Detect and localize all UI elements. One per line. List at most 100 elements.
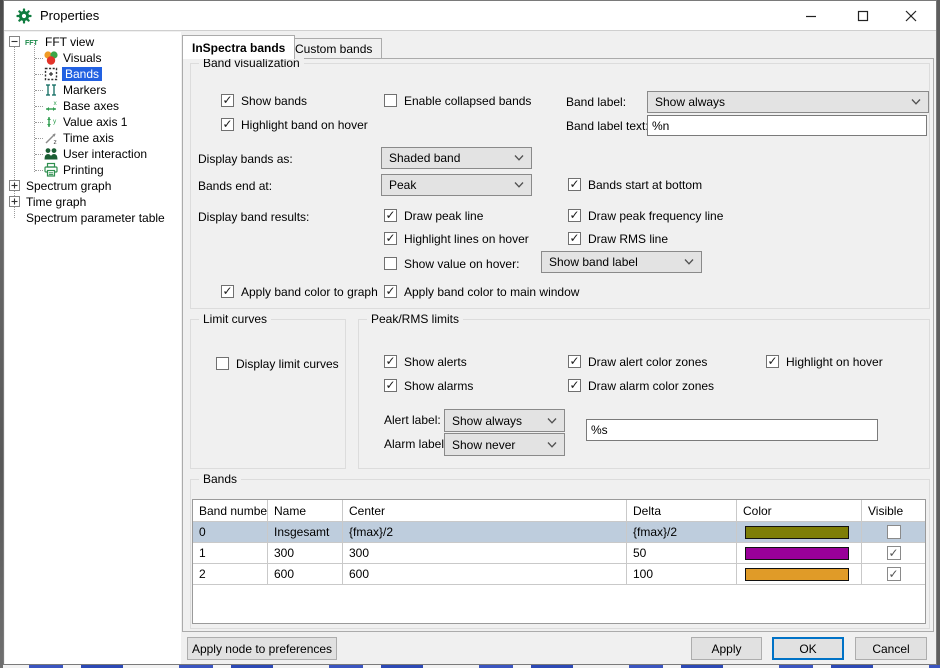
visible-checkbox[interactable]: ✓ [887, 546, 901, 560]
cancel-button[interactable]: Cancel [855, 637, 927, 660]
checkbox-highlight-lines-on-hover[interactable]: ✓ Highlight lines on hover [384, 231, 529, 246]
checkbox-draw-alarm-color-zones[interactable]: ✓ Draw alarm color zones [568, 378, 714, 393]
column-header[interactable]: Center [343, 500, 627, 522]
cell-visible[interactable] [862, 522, 925, 543]
tab-label: InSpectra bands [192, 41, 285, 55]
checkbox-draw-alert-color-zones[interactable]: ✓ Draw alert color zones [568, 354, 707, 369]
bands-icon [43, 66, 59, 82]
checkbox-apply-band-color-to-graph[interactable]: ✓ Apply band color to graph [221, 284, 378, 299]
combo-alert-label[interactable]: Show always [444, 409, 565, 432]
chevron-down-icon [514, 155, 524, 161]
cell-visible[interactable]: ✓ [862, 543, 925, 564]
checkbox-label: Highlight lines on hover [404, 232, 529, 246]
tree-item-value-axis-1[interactable]: y Value axis 1 [5, 114, 181, 130]
cell-delta: 50 [627, 543, 737, 564]
checkbox-bands-start-at-bottom[interactable]: ✓ Bands start at bottom [568, 177, 702, 192]
visible-checkbox[interactable] [887, 525, 901, 539]
band-label-text-input[interactable] [647, 115, 927, 136]
combo-alarm-label[interactable]: Show never [444, 433, 565, 456]
cell-color[interactable] [737, 564, 862, 585]
combo-display-bands-as[interactable]: Shaded band [381, 147, 532, 169]
checkbox-show-alerts[interactable]: ✓ Show alerts [384, 354, 467, 369]
checkmark-icon: ✓ [222, 286, 232, 296]
column-header[interactable]: Color [737, 500, 862, 522]
checkbox-label: Show bands [241, 94, 307, 108]
collapse-minus-icon[interactable] [9, 36, 20, 47]
table-row[interactable]: 2 600 600 100 ✓ [193, 564, 925, 585]
checkbox-draw-rms-line[interactable]: ✓ Draw RMS line [568, 231, 668, 246]
combo-value: Show never [452, 438, 547, 452]
tree-connector-stub [35, 122, 43, 123]
checkbox-draw-peak-line[interactable]: ✓ Draw peak line [384, 208, 483, 223]
table-row[interactable]: 0 Insgesamt {fmax}/2 {fmax}/2 [193, 522, 925, 543]
ok-button[interactable]: OK [772, 637, 844, 660]
column-header[interactable]: Band number [193, 500, 268, 522]
tree-item-base-axes[interactable]: x Base axes [5, 98, 181, 114]
tree-item-spectrum-parameter-table[interactable]: Spectrum parameter table [5, 210, 181, 226]
band-color-swatch[interactable] [745, 568, 849, 581]
minimize-button[interactable] [790, 1, 832, 30]
tree-item-fft-view[interactable]: FFT FFT view [5, 34, 181, 50]
cell-color[interactable] [737, 543, 862, 564]
checkbox-label: Bands start at bottom [588, 178, 702, 192]
maximize-icon [857, 10, 869, 22]
tree-connector-stub [35, 170, 43, 171]
tree-item-time-axis[interactable]: z Time axis [5, 130, 181, 146]
tab-inspectra-bands[interactable]: InSpectra bands [182, 35, 295, 59]
column-header[interactable]: Delta [627, 500, 737, 522]
display-bands-as-label: Display bands as: [198, 152, 293, 166]
checkbox-label: Show alerts [404, 355, 467, 369]
tree-item-markers[interactable]: Markers [5, 82, 181, 98]
column-header[interactable]: Visible [862, 500, 925, 522]
checkbox-box: ✓ [384, 232, 397, 245]
table-row[interactable]: 1 300 300 50 ✓ [193, 543, 925, 564]
checkbox-box: ✓ [384, 379, 397, 392]
apply-node-to-preferences-button[interactable]: Apply node to preferences [187, 637, 337, 660]
visible-checkbox[interactable]: ✓ [887, 567, 901, 581]
checkbox-label: Apply band color to main window [404, 285, 579, 299]
checkbox-draw-peak-frequency-line[interactable]: ✓ Draw peak frequency line [568, 208, 723, 223]
checkbox-box: ✓ [568, 178, 581, 191]
checkbox-show-bands[interactable]: ✓ Show bands [221, 93, 307, 108]
tree-item-time-graph[interactable]: Time graph [5, 194, 181, 210]
combo-bands-end-at[interactable]: Peak [381, 174, 532, 196]
limit-label-text-input[interactable] [586, 419, 878, 441]
tree-item-printing[interactable]: Printing [5, 162, 181, 178]
cell-name: 600 [268, 564, 343, 585]
tree-item-bands[interactable]: Bands [5, 66, 181, 82]
checkbox-show-value-on-hover[interactable]: Show value on hover: [384, 256, 519, 271]
cell-visible[interactable]: ✓ [862, 564, 925, 585]
checkbox-box: ✓ [384, 355, 397, 368]
band-color-swatch[interactable] [745, 526, 849, 539]
checkbox-enable-collapsed-bands[interactable]: Enable collapsed bands [384, 93, 531, 108]
combo-value: Show always [655, 95, 911, 109]
cell-color[interactable] [737, 522, 862, 543]
checkbox-label: Draw RMS line [588, 232, 668, 246]
checkmark-icon: ✓ [385, 210, 395, 220]
tree-item-user-interaction[interactable]: User interaction [5, 146, 181, 162]
checkbox-highlight-band-on-hover[interactable]: ✓ Highlight band on hover [221, 117, 368, 132]
expand-plus-icon[interactable] [9, 196, 20, 207]
bands-table-header[interactable]: Band number Name Center Delta Color Visi… [193, 500, 925, 522]
checkbox-display-limit-curves[interactable]: Display limit curves [216, 356, 339, 371]
checkbox-highlight-on-hover[interactable]: ✓ Highlight on hover [766, 354, 883, 369]
column-header[interactable]: Name [268, 500, 343, 522]
tree-item-label: Printing [63, 163, 104, 177]
combo-value: Show band label [549, 255, 684, 269]
chevron-down-icon [514, 182, 524, 188]
checkbox-apply-band-color-to-main-window[interactable]: ✓ Apply band color to main window [384, 284, 579, 299]
tree-item-spectrum-graph[interactable]: Spectrum graph [5, 178, 181, 194]
apply-button[interactable]: Apply [691, 637, 762, 660]
group-legend: Peak/RMS limits [367, 312, 463, 326]
band-color-swatch[interactable] [745, 547, 849, 560]
maximize-button[interactable] [842, 1, 884, 30]
titlebar[interactable]: Properties [4, 1, 936, 31]
tree-item-visuals[interactable]: Visuals [5, 50, 181, 66]
checkbox-box: ✓ [384, 209, 397, 222]
combo-band-label[interactable]: Show always [647, 91, 929, 113]
expand-plus-icon[interactable] [9, 180, 20, 191]
combo-show-value-on-hover[interactable]: Show band label [541, 251, 702, 273]
user-interaction-icon [43, 146, 59, 162]
checkbox-show-alarms[interactable]: ✓ Show alarms [384, 378, 473, 393]
close-button[interactable] [890, 1, 932, 30]
